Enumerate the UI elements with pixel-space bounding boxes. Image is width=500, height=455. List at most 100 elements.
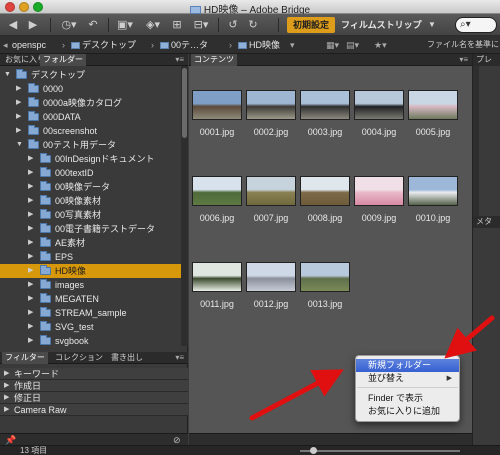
thumbnail-item[interactable]: 0007.jpg bbox=[244, 174, 298, 226]
thumbnail-item[interactable]: 0002.jpg bbox=[244, 88, 298, 140]
folder-item[interactable]: ▶ 0000 bbox=[0, 82, 181, 96]
panel-menu-icon[interactable]: ▾≡ bbox=[175, 54, 184, 66]
tab-metadata[interactable]: メタ bbox=[473, 216, 500, 228]
disclosure-icon[interactable]: ▶ bbox=[28, 236, 33, 250]
thumbnail-image[interactable] bbox=[408, 90, 458, 120]
folder-item[interactable]: ▶ svgbook bbox=[0, 334, 181, 346]
search-input[interactable]: ⌕▾ bbox=[455, 17, 497, 33]
folder-item[interactable]: ▶ STREAM_sample bbox=[0, 306, 181, 320]
folder-item[interactable]: ▶ 00映像データ bbox=[0, 180, 181, 194]
menu-item-add-to-favorites[interactable]: お気に入りに追加 bbox=[356, 405, 459, 418]
disclosure-icon[interactable]: ▶ bbox=[28, 166, 33, 180]
workspace-dropdown-icon[interactable]: ▼ bbox=[428, 17, 436, 33]
folder-item[interactable]: ▶ MEGATEN bbox=[0, 292, 181, 306]
folder-item[interactable]: ▶ 00映像素材 bbox=[0, 194, 181, 208]
disclosure-icon[interactable]: ▶ bbox=[28, 250, 33, 264]
thumbnail-item[interactable]: 0010.jpg bbox=[406, 174, 460, 226]
filter-camera-raw[interactable]: ▶ Camera Raw bbox=[0, 404, 188, 416]
sort-label[interactable]: ファイル名を基準に bbox=[427, 38, 499, 52]
thumbnail-item[interactable]: 0008.jpg bbox=[298, 174, 352, 226]
rotate-left-icon[interactable]: ↺ bbox=[226, 18, 240, 32]
thumbnail-image[interactable] bbox=[246, 90, 296, 120]
thumbnail-item[interactable]: 0012.jpg bbox=[244, 260, 298, 312]
tab-folders[interactable]: フォルダー bbox=[40, 54, 86, 66]
folder-item[interactable]: ▶ images bbox=[0, 278, 181, 292]
panel-menu-icon[interactable]: ▾≡ bbox=[175, 352, 184, 364]
thumbnail-image[interactable] bbox=[246, 262, 296, 292]
refine-icon[interactable]: ◈▾ bbox=[142, 18, 164, 32]
output-icon[interactable]: ⊟▾ bbox=[190, 18, 212, 32]
view-thumbnail-icon[interactable]: ▦▾ bbox=[326, 38, 339, 52]
disclosure-icon[interactable]: ▶ bbox=[28, 194, 33, 208]
open-icon[interactable]: ⊞ bbox=[170, 18, 184, 32]
menu-item-new-folder[interactable]: 新規フォルダー bbox=[356, 359, 459, 372]
rotate-right-icon[interactable]: ↻ bbox=[246, 18, 260, 32]
thumbnail-image[interactable] bbox=[246, 176, 296, 206]
folder-item[interactable]: ▶ 00写真素材 bbox=[0, 208, 181, 222]
disclosure-icon[interactable]: ▶ bbox=[28, 222, 33, 236]
tab-export[interactable]: 書き出し bbox=[108, 352, 146, 364]
filter-date-created[interactable]: ▶ 作成日 bbox=[0, 380, 188, 392]
breadcrumb-item[interactable]: 00テ…タ bbox=[160, 38, 208, 52]
path-back-icon[interactable]: ◂ bbox=[3, 38, 8, 52]
disclosure-icon[interactable]: ▶ bbox=[28, 264, 33, 278]
filter-date-modified[interactable]: ▶ 修正日 bbox=[0, 392, 188, 404]
menu-item-reveal-in-finder[interactable]: Finder で表示 bbox=[356, 392, 459, 405]
thumbnail-size-slider[interactable] bbox=[300, 450, 460, 452]
preview-scrollbar[interactable] bbox=[473, 66, 479, 216]
disclosure-icon[interactable]: ▶ bbox=[28, 334, 33, 346]
thumbnail-image[interactable] bbox=[300, 90, 350, 120]
disclosure-icon[interactable]: ▶ bbox=[16, 96, 21, 110]
panel-menu-icon[interactable]: ▾≡ bbox=[459, 54, 468, 66]
thumbnail-item[interactable]: 0005.jpg bbox=[406, 88, 460, 140]
camera-icon[interactable]: ▣▾ bbox=[114, 18, 136, 32]
folder-item[interactable]: ▶ 0000a映像カタログ bbox=[0, 96, 181, 110]
disclosure-icon[interactable]: ▶ bbox=[28, 320, 33, 334]
thumbnail-image[interactable] bbox=[354, 176, 404, 206]
folder-item[interactable]: ▼ デスクトップ bbox=[0, 68, 181, 82]
thumbnail-item[interactable]: 0003.jpg bbox=[298, 88, 352, 140]
folder-item[interactable]: ▶ EPS bbox=[0, 250, 181, 264]
thumbnail-item[interactable]: 0011.jpg bbox=[190, 260, 244, 312]
breadcrumb-item[interactable]: デスクトップ bbox=[71, 38, 136, 52]
thumbnail-item[interactable]: 0004.jpg bbox=[352, 88, 406, 140]
menu-item-sort[interactable]: 並び替え ▶ bbox=[356, 372, 459, 385]
disclosure-icon[interactable]: ▶ bbox=[28, 306, 33, 320]
thumbnail-item[interactable]: 0001.jpg bbox=[190, 88, 244, 140]
tab-content[interactable]: コンテンツ bbox=[191, 54, 237, 66]
thumbnail-image[interactable] bbox=[300, 176, 350, 206]
view-list-icon[interactable]: ▤▾ bbox=[346, 38, 359, 52]
breadcrumb-item[interactable]: openspc bbox=[12, 38, 46, 52]
tab-collections[interactable]: コレクション bbox=[52, 352, 106, 364]
back-icon[interactable]: ◀ bbox=[6, 18, 20, 32]
forward-icon[interactable]: ▶ bbox=[26, 18, 40, 32]
disclosure-icon[interactable]: ▼ bbox=[4, 68, 11, 82]
star-filter-icon[interactable]: ★▾ bbox=[374, 38, 387, 52]
folder-item[interactable]: ▶ SVG_test bbox=[0, 320, 181, 334]
disclosure-icon[interactable]: ▶ bbox=[28, 278, 33, 292]
tab-filter[interactable]: フィルター bbox=[2, 352, 48, 364]
thumbnail-size-knob[interactable] bbox=[310, 447, 317, 454]
folder-item[interactable]: ▼ 00テスト用データ bbox=[0, 138, 181, 152]
disclosure-icon[interactable]: ▶ bbox=[16, 82, 21, 96]
disclosure-icon[interactable]: ▶ bbox=[28, 292, 33, 306]
folder-item[interactable]: ▶ 00InDesignドキュメント bbox=[0, 152, 181, 166]
thumbnail-item[interactable]: 0013.jpg bbox=[298, 260, 352, 312]
folder-item[interactable]: ▶ 000DATA bbox=[0, 110, 181, 124]
thumbnail-image[interactable] bbox=[192, 262, 242, 292]
disclosure-icon[interactable]: ▶ bbox=[28, 208, 33, 222]
disclosure-icon[interactable]: ▶ bbox=[16, 110, 21, 124]
folder-item[interactable]: ▶ AE素材 bbox=[0, 236, 181, 250]
thumbnail-image[interactable] bbox=[408, 176, 458, 206]
disclosure-icon[interactable]: ▶ bbox=[16, 124, 21, 138]
breadcrumb-item[interactable]: HD映像 bbox=[238, 38, 280, 52]
breadcrumb-menu-icon[interactable]: ▾ bbox=[290, 38, 295, 52]
folder-scrollbar[interactable] bbox=[181, 66, 188, 346]
boomerang-icon[interactable]: ↶ bbox=[86, 18, 100, 32]
folder-item[interactable]: ▶ HD映像 bbox=[0, 264, 181, 278]
recent-icon[interactable]: ◷▾ bbox=[58, 18, 80, 32]
thumbnail-image[interactable] bbox=[192, 90, 242, 120]
tab-preview[interactable]: プレ bbox=[473, 54, 500, 66]
disclosure-icon[interactable]: ▶ bbox=[28, 152, 33, 166]
folder-item[interactable]: ▶ 000textID bbox=[0, 166, 181, 180]
